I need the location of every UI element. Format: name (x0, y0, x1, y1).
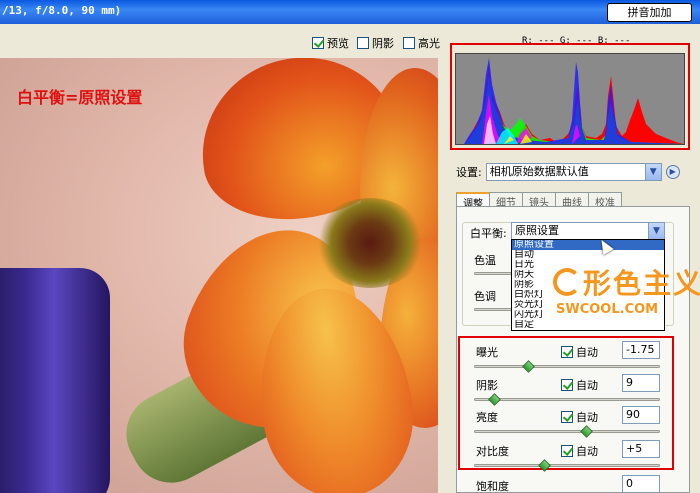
title-bar: /13, f/8.0, 90 mm) 拼音加加 (0, 0, 700, 24)
shadows-checkbox[interactable]: 阴影 (357, 35, 394, 51)
settings-menu-icon[interactable]: ▶ (665, 165, 680, 179)
image-preview[interactable]: 白平衡=原照设置 (0, 58, 438, 493)
settings-label: 设置: (456, 166, 482, 179)
exposure-slider[interactable] (474, 365, 660, 368)
exposure-label: 曝光 (476, 346, 498, 359)
saturation-value[interactable]: 0 (622, 475, 660, 493)
contrast-label: 对比度 (476, 445, 509, 458)
tint-slider[interactable] (474, 308, 514, 311)
shadows-check-box[interactable] (357, 37, 369, 49)
temp-slider[interactable] (474, 272, 514, 275)
blue-vase (0, 268, 110, 493)
shadows-auto-check[interactable] (561, 379, 573, 391)
preview-checkbox[interactable]: 预览 (312, 35, 349, 51)
flower-center (315, 198, 425, 288)
white-balance-label: 白平衡: (470, 227, 507, 240)
logo-swirl-icon (553, 268, 581, 296)
settings-row: 设置: 相机原始数据默认值 ▼ ▶ (456, 163, 680, 181)
wb-option[interactable]: 自动 (512, 250, 664, 260)
brightness-auto-label: 自动 (576, 411, 598, 424)
contrast-auto-check[interactable] (561, 445, 573, 457)
brightness-auto[interactable]: 自动 (561, 409, 598, 425)
wb-annotation: 白平衡=原照设置 (17, 88, 143, 107)
exposure-auto-check[interactable] (561, 346, 573, 358)
shadows-label: 阴影 (372, 37, 394, 50)
white-balance-value: 原照设置 (515, 224, 559, 237)
contrast-auto[interactable]: 自动 (561, 443, 598, 459)
wb-option[interactable]: 原照设置 (512, 240, 664, 250)
shadows-slider[interactable] (474, 398, 660, 401)
exposure-auto[interactable]: 自动 (561, 344, 598, 360)
histogram (455, 53, 685, 145)
highlights-checkbox[interactable]: 高光 (403, 35, 440, 51)
contrast-slider[interactable] (474, 464, 660, 467)
watermark-logo: 形色主义 SWCOOL.COM (553, 262, 700, 332)
saturation-label: 饱和度 (476, 480, 509, 493)
settings-select[interactable]: 相机原始数据默认值 ▼ (485, 163, 662, 181)
shadows-auto[interactable]: 自动 (561, 377, 598, 393)
tint-label: 色调 (474, 290, 496, 303)
highlights-check-box[interactable] (403, 37, 415, 49)
brightness-label: 亮度 (476, 411, 498, 424)
exposure-value[interactable]: -1.75 (622, 341, 660, 359)
contrast-value[interactable]: +5 (622, 440, 660, 458)
ime-button[interactable]: 拼音加加 (607, 3, 692, 22)
chevron-down-icon[interactable]: ▼ (644, 164, 661, 180)
shadows-adj-label: 阴影 (476, 379, 498, 392)
brightness-value[interactable]: 90 (622, 406, 660, 424)
logo-en-text: SWCOOL.COM (556, 302, 659, 317)
shadows-value[interactable]: 9 (622, 374, 660, 392)
chevron-down-icon[interactable]: ▼ (648, 223, 664, 239)
preview-check-box[interactable] (312, 37, 324, 49)
temp-label: 色温 (474, 254, 496, 267)
settings-value: 相机原始数据默认值 (489, 165, 589, 178)
exposure-auto-label: 自动 (576, 346, 598, 359)
preview-label: 预览 (327, 37, 349, 50)
white-balance-select[interactable]: 原照设置 ▼ (511, 222, 665, 240)
contrast-auto-label: 自动 (576, 445, 598, 458)
window-title: /13, f/8.0, 90 mm) (2, 4, 122, 17)
toolbar: 预览 阴影 高光 (0, 24, 450, 58)
brightness-slider[interactable] (474, 430, 660, 433)
highlights-label: 高光 (418, 37, 440, 50)
shadows-auto-label: 自动 (576, 379, 598, 392)
brightness-auto-check[interactable] (561, 411, 573, 423)
logo-cn-text: 形色主义 (583, 267, 700, 300)
